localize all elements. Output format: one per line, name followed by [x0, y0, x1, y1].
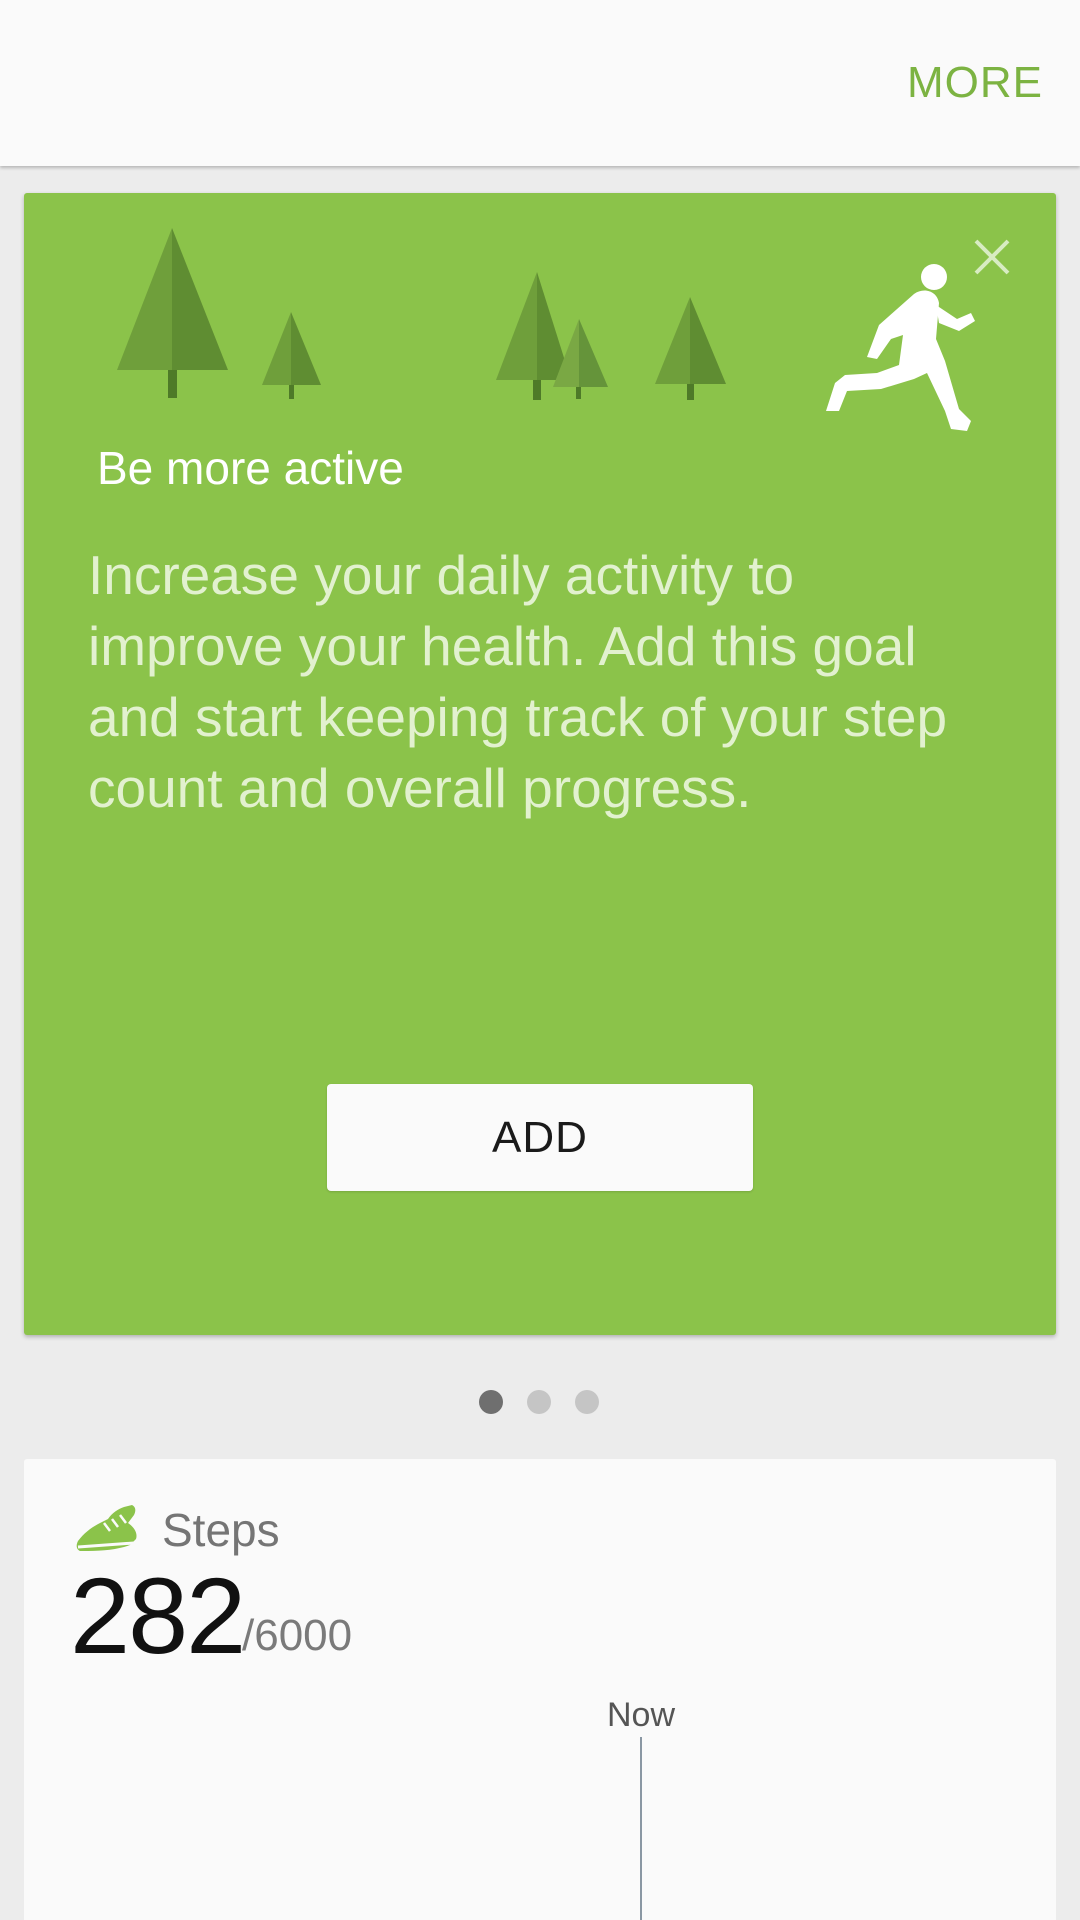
goal-card-description: Increase your daily activity to improve …: [88, 544, 948, 819]
tree-small-left: [262, 312, 321, 399]
page-dot-2[interactable]: [527, 1390, 551, 1414]
add-goal-button[interactable]: ADD: [327, 1084, 753, 1191]
steps-label: Steps: [162, 1504, 280, 1556]
goal-card: Be more active Increase your daily activ…: [24, 193, 1056, 1335]
shoe-icon: [76, 1505, 137, 1551]
page-indicator: [0, 1390, 1080, 1414]
page-dot-3[interactable]: [575, 1390, 599, 1414]
app-bar: MORE: [0, 0, 1080, 166]
page-dot-1[interactable]: [479, 1390, 503, 1414]
goal-card-title: Be more active: [97, 442, 404, 494]
tree-large-left: [117, 228, 228, 398]
tree-right: [655, 297, 726, 400]
steps-card[interactable]: Steps 282 /6000 Now: [24, 1459, 1056, 1920]
steps-count: 282: [70, 1555, 246, 1676]
more-button[interactable]: MORE: [907, 58, 1043, 108]
running-person-icon: [826, 264, 975, 431]
now-marker-line: [640, 1737, 642, 1920]
now-label: Now: [607, 1696, 676, 1734]
steps-goal: /6000: [242, 1611, 353, 1660]
